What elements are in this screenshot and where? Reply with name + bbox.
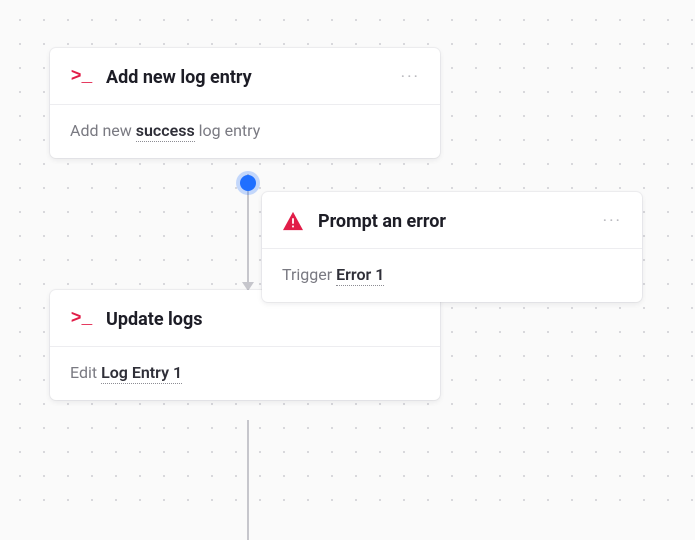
body-text-post: log entry (195, 121, 261, 140)
terminal-icon: >_ (70, 308, 92, 330)
connector-handle[interactable] (240, 175, 256, 191)
body-param[interactable]: success (136, 121, 195, 142)
warning-icon (282, 210, 304, 232)
node-title: Update logs (106, 309, 420, 330)
node-title: Add new log entry (106, 67, 387, 88)
connector-c-down (247, 420, 249, 540)
node-menu-button[interactable]: ··· (603, 213, 622, 230)
connector-a-to-c (247, 174, 249, 290)
node-add-log-entry[interactable]: >_ Add new log entry ··· Add new success… (50, 48, 440, 158)
body-text-pre: Add new (70, 121, 136, 140)
node-header: >_ Add new log entry ··· (50, 48, 440, 104)
node-body: Trigger Error 1 (262, 249, 642, 302)
node-prompt-error[interactable]: Prompt an error ··· Trigger Error 1 (262, 192, 642, 302)
node-body: Edit Log Entry 1 (50, 347, 440, 400)
workflow-canvas[interactable]: >_ Add new log entry ··· Add new success… (0, 0, 695, 507)
body-text-pre: Trigger (282, 265, 336, 284)
body-param[interactable]: Log Entry 1 (101, 363, 182, 384)
node-header: Prompt an error ··· (262, 192, 642, 248)
node-title: Prompt an error (318, 211, 589, 232)
node-menu-button[interactable]: ··· (401, 69, 420, 86)
node-body: Add new success log entry (50, 105, 440, 158)
terminal-icon: >_ (70, 66, 92, 88)
body-text-pre: Edit (70, 363, 101, 382)
node-update-logs[interactable]: >_ Update logs Edit Log Entry 1 (50, 290, 440, 400)
body-param[interactable]: Error 1 (336, 265, 384, 286)
